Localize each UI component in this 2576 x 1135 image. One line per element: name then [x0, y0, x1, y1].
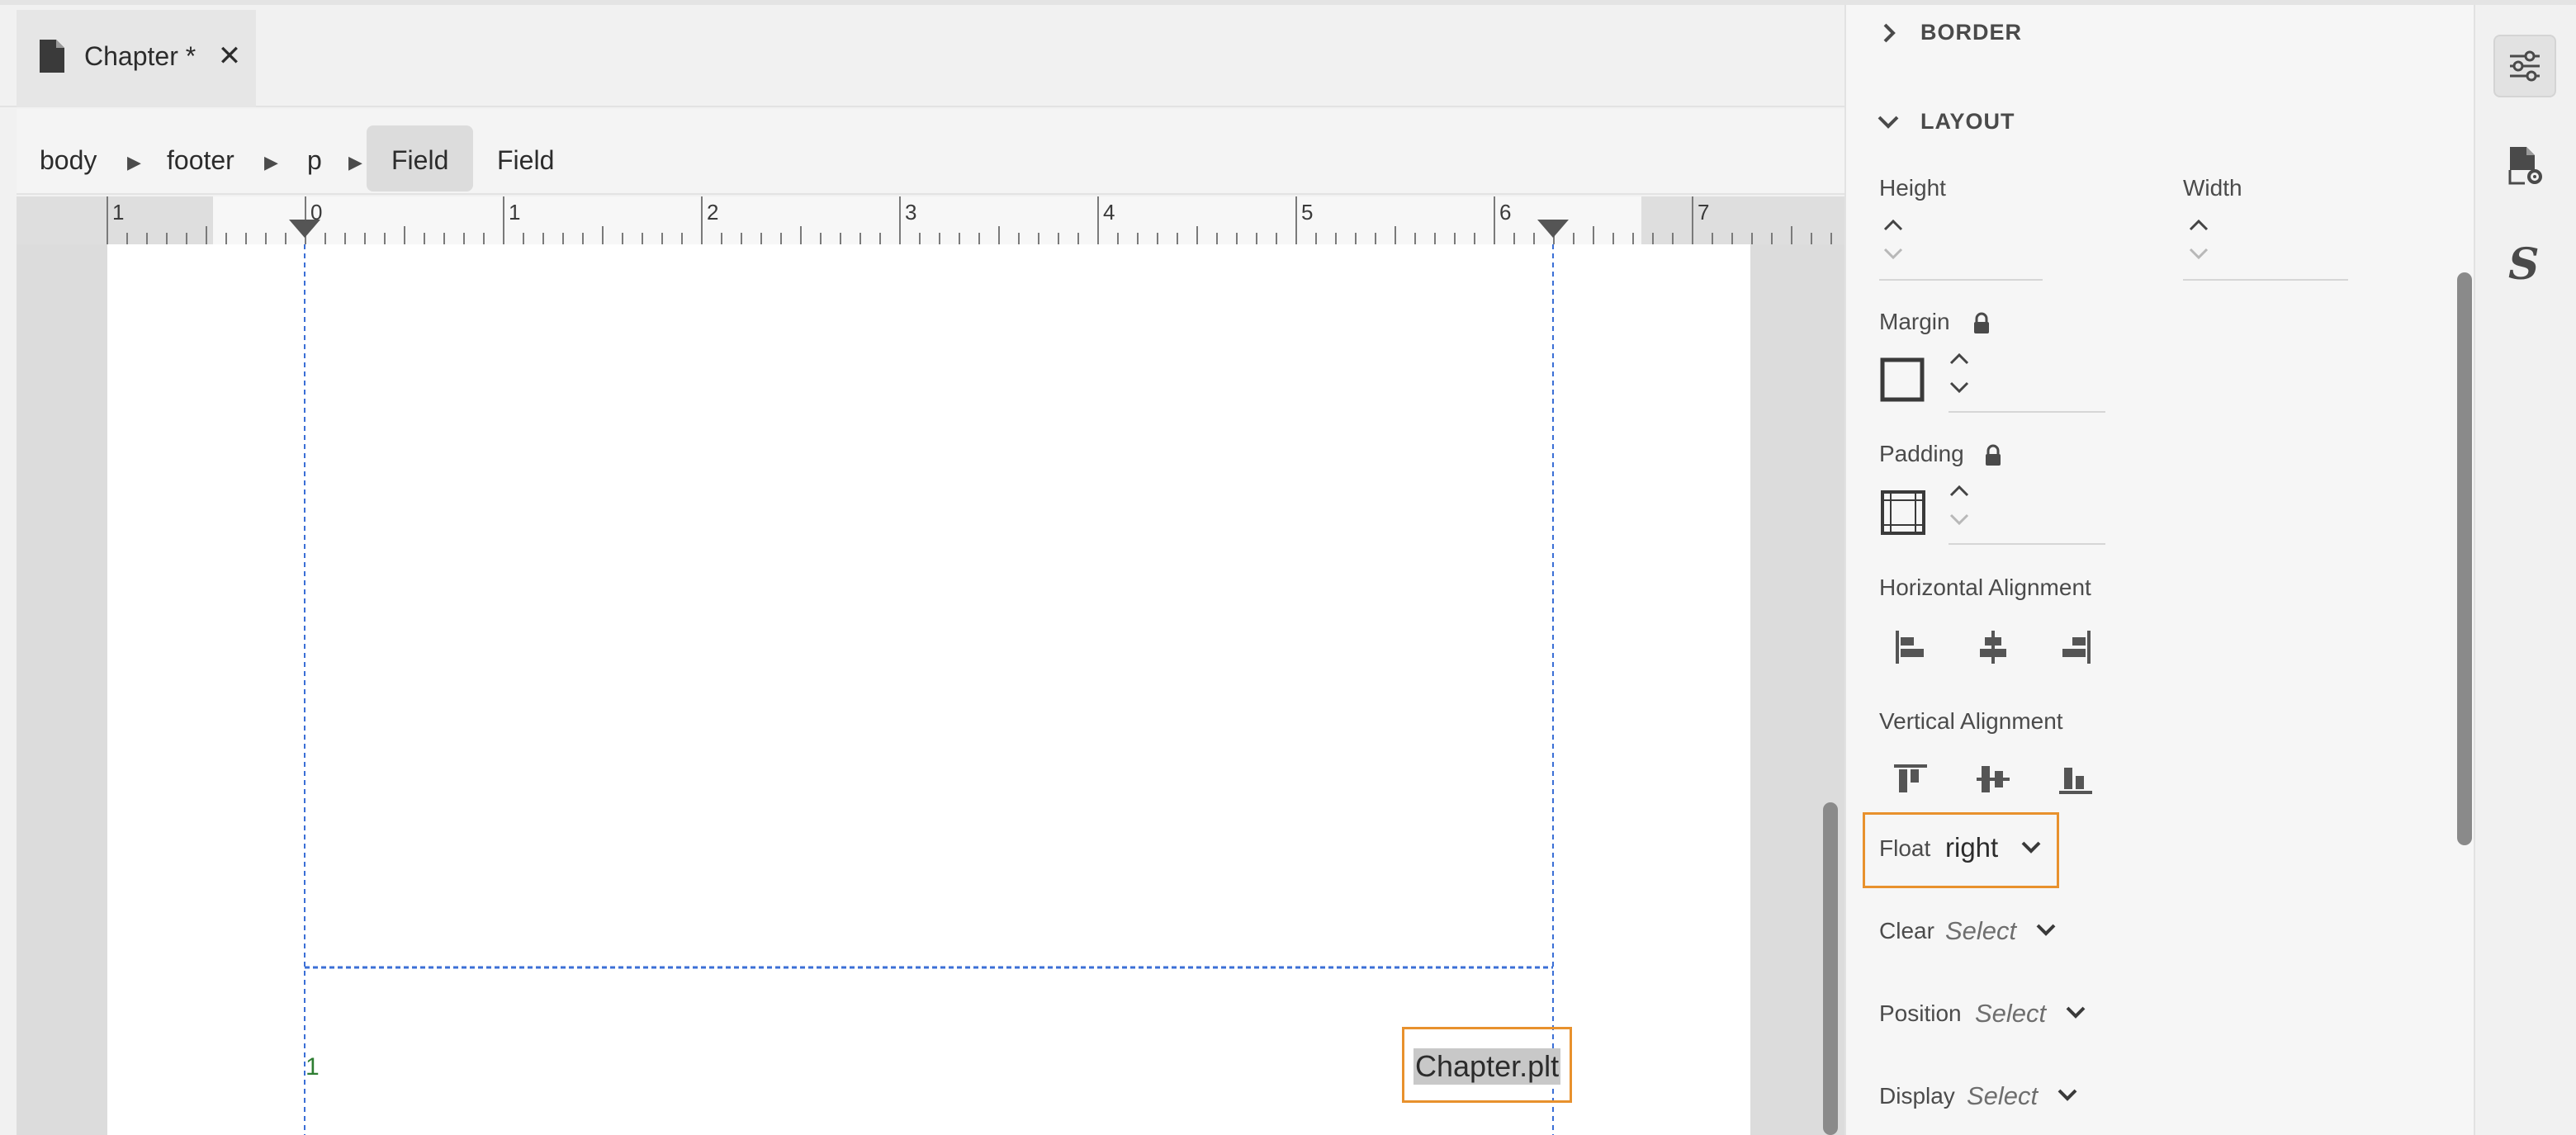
properties-button[interactable] [2493, 35, 2556, 97]
position-select[interactable]: Select [1975, 999, 2046, 1029]
padding-label: Padding [1879, 441, 1964, 466]
width-input[interactable] [2183, 279, 2348, 281]
vertical-alignment-label: Vertical Alignment [1879, 708, 2063, 734]
ruler-label: 3 [905, 200, 916, 225]
breadcrumb-separator-icon: ▶ [348, 152, 362, 173]
padding-input[interactable] [1949, 543, 2105, 545]
display-select[interactable]: Select [1967, 1081, 2038, 1111]
lock-icon[interactable] [1972, 312, 1991, 335]
ruler-label: 1 [509, 200, 520, 225]
ruler-label: 4 [1103, 200, 1115, 225]
ruler-label: 1 [112, 200, 124, 225]
height-stepper[interactable] [1882, 216, 1904, 262]
page-number: 1 [305, 1053, 320, 1081]
margin-label: Margin [1879, 309, 1950, 334]
field-chapter-plt[interactable]: Chapter.plt [1413, 1048, 1561, 1085]
chevron-down-icon[interactable] [2020, 837, 2043, 858]
display-label: Display [1879, 1083, 1955, 1109]
section-border[interactable]: BORDER [1920, 20, 2022, 45]
styles-button[interactable]: S [2493, 234, 2556, 297]
align-middle-icon[interactable] [1975, 761, 2011, 797]
chevron-down-icon[interactable] [2034, 920, 2057, 941]
document-settings-button[interactable] [2493, 137, 2556, 200]
breadcrumb: body ▶ footer ▶ p ▶ Field Field [17, 109, 1844, 195]
padding-stepper[interactable] [1949, 482, 1970, 528]
file-icon [40, 40, 64, 73]
lock-icon[interactable] [1983, 444, 2003, 467]
height-input[interactable] [1879, 279, 2043, 281]
ruler-label: 5 [1301, 200, 1313, 225]
float-label: Float [1879, 835, 1931, 861]
align-top-icon[interactable] [1892, 761, 1929, 797]
chevron-right-icon[interactable] [1878, 21, 1901, 45]
breadcrumb-item-field[interactable]: Field [497, 125, 554, 192]
breadcrumb-separator-icon: ▶ [127, 152, 141, 173]
ruler-label: 2 [707, 200, 718, 225]
breadcrumb-item-field-active[interactable]: Field [367, 125, 474, 192]
document-page[interactable] [107, 244, 1750, 1135]
horizontal-alignment-label: Horizontal Alignment [1879, 575, 2091, 600]
width-label: Width [2183, 175, 2242, 201]
align-right-icon[interactable] [2057, 629, 2094, 665]
editor-scrollbar[interactable] [1823, 802, 1838, 1135]
breadcrumb-item-p[interactable]: p [307, 125, 322, 192]
horizontal-ruler: 1 0 1 2 3 4 5 6 7 [17, 196, 1844, 244]
ruler-label: 6 [1499, 200, 1511, 225]
breadcrumb-item-footer[interactable]: footer [167, 125, 234, 192]
position-label: Position [1879, 1000, 1962, 1026]
close-icon[interactable]: ✕ [211, 38, 248, 74]
tab-bar: Chapter * ✕ [0, 5, 1844, 107]
tab-chapter[interactable]: Chapter * ✕ [17, 10, 256, 107]
chevron-down-icon[interactable] [2064, 1002, 2087, 1024]
height-label: Height [1879, 175, 1946, 201]
sliders-icon [2510, 50, 2540, 82]
width-stepper[interactable] [2188, 216, 2209, 262]
breadcrumb-separator-icon: ▶ [264, 152, 278, 173]
clear-select[interactable]: Select [1945, 916, 2016, 946]
ruler-label: 7 [1698, 200, 1709, 225]
margin-box-icon[interactable] [1879, 357, 1925, 403]
chevron-down-icon[interactable] [2056, 1085, 2079, 1106]
align-bottom-icon[interactable] [2057, 761, 2094, 797]
styles-icon: S [2508, 239, 2540, 290]
section-layout[interactable]: LAYOUT [1920, 109, 2015, 135]
clear-label: Clear [1879, 918, 1934, 943]
panel-scrollbar[interactable] [2457, 272, 2472, 845]
chevron-down-icon[interactable] [1876, 111, 1901, 134]
align-left-icon[interactable] [1892, 629, 1929, 665]
page-guides [304, 244, 1554, 1135]
align-center-icon[interactable] [1975, 629, 2011, 665]
document-settings-icon [2508, 147, 2542, 185]
margin-input[interactable] [1949, 411, 2105, 413]
margin-stepper[interactable] [1949, 350, 1970, 396]
breadcrumb-item-body[interactable]: body [40, 125, 97, 192]
padding-box-icon[interactable] [1879, 489, 1927, 537]
tab-title: Chapter * [84, 41, 197, 71]
editor-area: Chapter * ✕ body ▶ footer ▶ p ▶ Field Fi… [0, 0, 1844, 1135]
ruler-scale: 1 0 1 2 3 4 5 6 7 [17, 196, 1844, 244]
float-value[interactable]: right [1945, 832, 1998, 863]
